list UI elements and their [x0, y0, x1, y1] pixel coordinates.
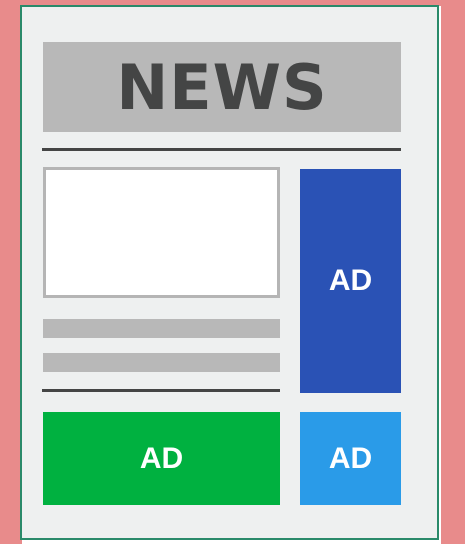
ad-label: AD [328, 264, 373, 297]
ad-block-tall[interactable]: AD [300, 169, 401, 393]
article-text-line [43, 353, 280, 372]
backdrop-right [441, 0, 465, 544]
ad-block-small[interactable]: AD [300, 412, 401, 505]
article-photo-placeholder [43, 167, 280, 298]
masthead-rule [42, 148, 401, 151]
ad-label: AD [139, 441, 184, 475]
ad-label: AD [328, 441, 373, 475]
backdrop-left [0, 0, 22, 544]
masthead-title: NEWS [116, 50, 328, 124]
article-text-line [43, 319, 280, 338]
ad-block-wide[interactable]: AD [43, 412, 280, 505]
article-rule [42, 389, 280, 392]
masthead: NEWS [43, 42, 401, 132]
